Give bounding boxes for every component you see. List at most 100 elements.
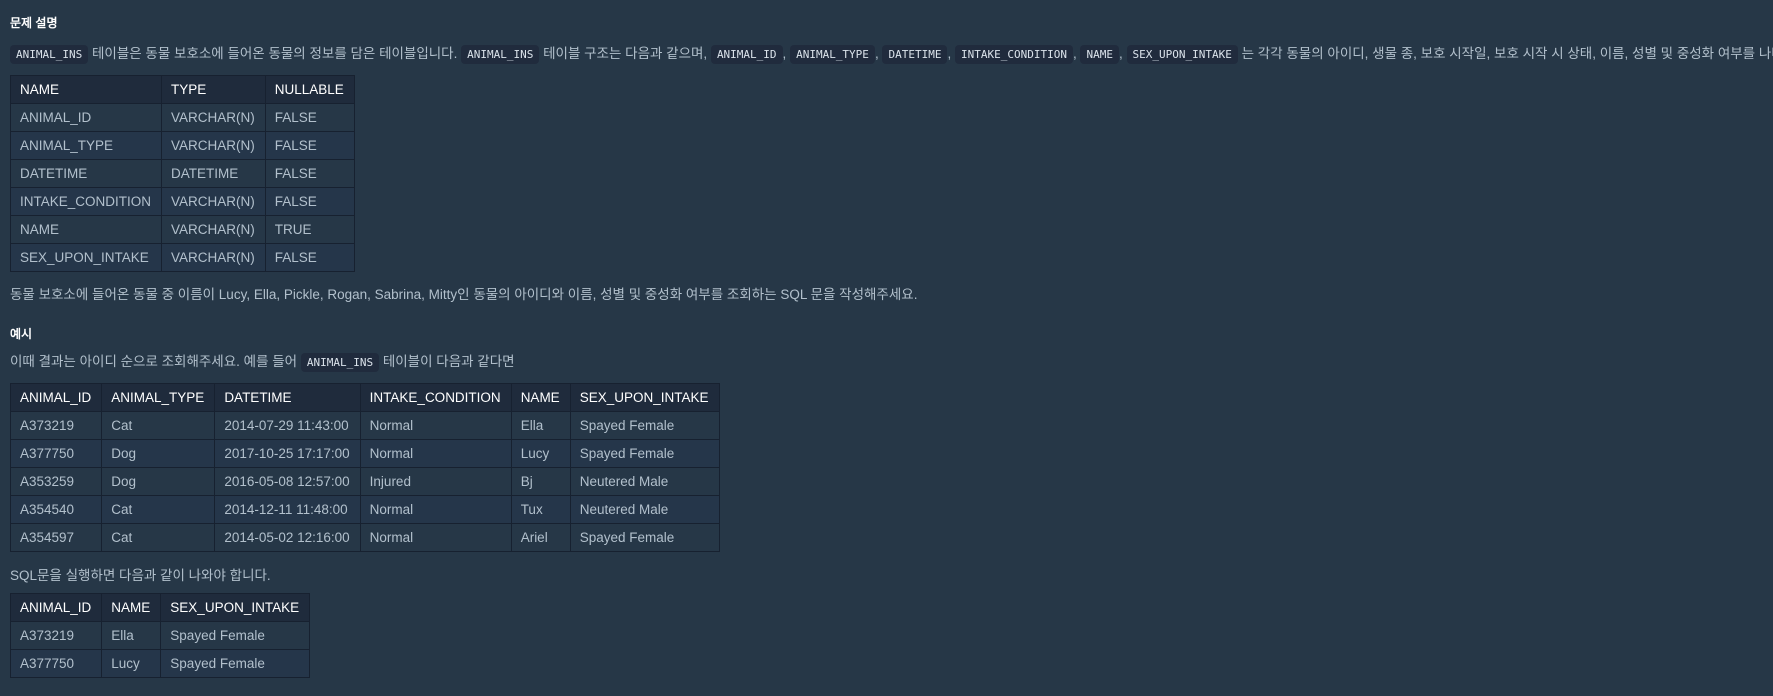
table-cell: VARCHAR(N) <box>161 103 266 132</box>
separator: , <box>1118 46 1123 61</box>
table-row: ANIMAL_ID VARCHAR(N) FALSE <box>9 103 355 132</box>
table-header-row: NAME TYPE NULLABLE <box>9 75 355 104</box>
table-cell: DATETIME <box>161 159 266 188</box>
table-cell: VARCHAR(N) <box>161 215 266 244</box>
table-cell: Dog <box>101 467 216 496</box>
header-cell: INTAKE_CONDITION <box>359 383 512 412</box>
result-description: SQL문을 실행하면 다음과 같이 나와야 합니다. <box>10 568 271 583</box>
example-text-2: 테이블이 다음과 같다면 <box>382 354 515 369</box>
separator: , <box>874 46 879 61</box>
table-cell: NAME <box>9 215 163 244</box>
table-row: A354597 Cat 2014-05-02 12:16:00 Normal A… <box>9 523 720 552</box>
table-cell: Neutered Male <box>569 495 720 524</box>
code-column: ANIMAL_TYPE <box>790 45 875 64</box>
table-cell: A373219 <box>9 621 103 650</box>
code-column: NAME <box>1080 45 1119 64</box>
table-cell: FALSE <box>264 159 355 188</box>
table-cell: Spayed Female <box>569 411 720 440</box>
result-table: ANIMAL_ID NAME SEX_UPON_INTAKE A373219 E… <box>9 593 311 678</box>
table-cell: TRUE <box>264 215 355 244</box>
table-cell: A354540 <box>9 495 103 524</box>
table-row: SEX_UPON_INTAKE VARCHAR(N) FALSE <box>9 243 355 272</box>
table-cell: FALSE <box>264 187 355 216</box>
table-cell: Normal <box>359 411 512 440</box>
description-paragraph: ANIMAL_INS 테이블은 동물 보호소에 들어온 동물의 정보를 담은 테… <box>10 44 1773 65</box>
code-table-name: ANIMAL_INS <box>10 45 89 64</box>
header-cell: ANIMAL_TYPE <box>101 383 216 412</box>
table-cell: VARCHAR(N) <box>161 187 266 216</box>
separator: , <box>1072 46 1077 61</box>
table-cell: Spayed Female <box>569 439 720 468</box>
table-cell: Tux <box>510 495 571 524</box>
header-cell: SEX_UPON_INTAKE <box>160 593 311 622</box>
table-cell: Spayed Female <box>569 523 720 552</box>
example-title: 예시 <box>10 327 33 341</box>
table-cell: 2017-10-25 17:17:00 <box>214 439 361 468</box>
header-cell: DATETIME <box>214 383 361 412</box>
table-cell: SEX_UPON_INTAKE <box>9 243 163 272</box>
example-description: 이때 결과는 아이디 순으로 조회해주세요. 예를 들어 ANIMAL_INS … <box>10 352 515 373</box>
table-cell: Normal <box>359 523 512 552</box>
example-table: ANIMAL_ID ANIMAL_TYPE DATETIME INTAKE_CO… <box>9 383 720 552</box>
table-row: A377750 Lucy Spayed Female <box>9 649 311 678</box>
header-cell: TYPE <box>161 75 266 104</box>
table-cell: Normal <box>359 495 512 524</box>
header-cell: NAME <box>101 593 162 622</box>
table-cell: INTAKE_CONDITION <box>9 187 163 216</box>
table-cell: VARCHAR(N) <box>161 131 266 160</box>
table-cell: Cat <box>101 411 216 440</box>
example-text-1: 이때 결과는 아이디 순으로 조회해주세요. 예를 들어 <box>10 354 298 369</box>
table-row: DATETIME DATETIME FALSE <box>9 159 355 188</box>
table-cell: Cat <box>101 495 216 524</box>
table-cell: A353259 <box>9 467 103 496</box>
table-cell: ANIMAL_TYPE <box>9 131 163 160</box>
header-cell: NULLABLE <box>264 75 355 104</box>
desc-text-2: 테이블 구조는 다음과 같으며, <box>543 46 708 61</box>
table-row: ANIMAL_TYPE VARCHAR(N) FALSE <box>9 131 355 160</box>
table-row: A353259 Dog 2016-05-08 12:57:00 Injured … <box>9 467 720 496</box>
table-cell: Cat <box>101 523 216 552</box>
table-cell: Bj <box>510 467 571 496</box>
table-cell: VARCHAR(N) <box>161 243 266 272</box>
question-text: 동물 보호소에 들어온 동물 중 이름이 Lucy, Ella, Pickle,… <box>10 287 918 302</box>
header-cell: ANIMAL_ID <box>9 383 103 412</box>
table-cell: A377750 <box>9 439 103 468</box>
table-cell: Injured <box>359 467 512 496</box>
table-cell: Normal <box>359 439 512 468</box>
schema-table: NAME TYPE NULLABLE ANIMAL_ID VARCHAR(N) … <box>9 75 355 272</box>
table-cell: Spayed Female <box>160 621 311 650</box>
table-row: INTAKE_CONDITION VARCHAR(N) FALSE <box>9 187 355 216</box>
table-cell: ANIMAL_ID <box>9 103 163 132</box>
table-cell: Dog <box>101 439 216 468</box>
table-row: A373219 Cat 2014-07-29 11:43:00 Normal E… <box>9 411 720 440</box>
table-cell: Ella <box>101 621 162 650</box>
table-header-row: ANIMAL_ID NAME SEX_UPON_INTAKE <box>9 593 311 622</box>
header-cell: NAME <box>9 75 163 104</box>
header-cell: SEX_UPON_INTAKE <box>569 383 720 412</box>
table-cell: 2014-05-02 12:16:00 <box>214 523 361 552</box>
table-header-row: ANIMAL_ID ANIMAL_TYPE DATETIME INTAKE_CO… <box>9 383 720 412</box>
table-cell: Spayed Female <box>160 649 311 678</box>
table-cell: Ariel <box>510 523 571 552</box>
code-column: INTAKE_CONDITION <box>954 45 1073 64</box>
header-cell: NAME <box>510 383 571 412</box>
table-cell: 2014-12-11 11:48:00 <box>214 495 361 524</box>
separator: , <box>782 46 787 61</box>
table-cell: DATETIME <box>9 159 163 188</box>
table-cell: Lucy <box>510 439 571 468</box>
table-cell: Ella <box>510 411 571 440</box>
desc-text-1: 테이블은 동물 보호소에 들어온 동물의 정보를 담은 테이블입니다. <box>92 46 458 61</box>
table-cell: A373219 <box>9 411 103 440</box>
header-cell: ANIMAL_ID <box>9 593 103 622</box>
table-cell: Neutered Male <box>569 467 720 496</box>
table-cell: A377750 <box>9 649 103 678</box>
separator: , <box>947 46 952 61</box>
table-cell: FALSE <box>264 131 355 160</box>
code-table-name: ANIMAL_INS <box>461 45 540 64</box>
table-row: NAME VARCHAR(N) TRUE <box>9 215 355 244</box>
table-row: A354540 Cat 2014-12-11 11:48:00 Normal T… <box>9 495 720 524</box>
code-column: SEX_UPON_INTAKE <box>1126 45 1238 64</box>
section-title: 문제 설명 <box>10 16 58 30</box>
code-column: ANIMAL_ID <box>710 45 783 64</box>
code-table-name: ANIMAL_INS <box>300 353 380 372</box>
